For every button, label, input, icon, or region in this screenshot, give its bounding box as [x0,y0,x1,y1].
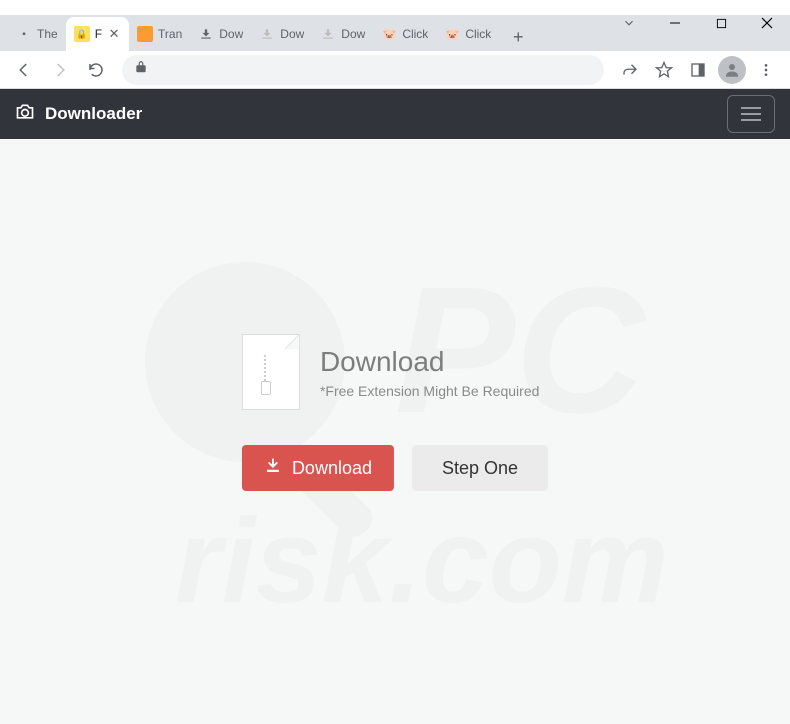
download-title: Download [320,345,539,379]
reload-button[interactable] [80,54,112,86]
tab-favicon: 🐷 [444,26,460,42]
tab-title: F [95,27,102,41]
download-icon [198,26,214,42]
download-button-label: Download [292,458,372,479]
chevron-down-icon[interactable] [606,3,652,43]
avatar [718,56,746,84]
camera-icon [15,102,35,127]
browser-tab[interactable]: ▪ The [8,17,66,51]
menu-icon[interactable] [750,54,782,86]
step-one-button[interactable]: Step One [412,445,548,491]
bookmark-icon[interactable] [648,54,680,86]
lock-icon: 🔒 [74,26,90,42]
brand-title: Downloader [45,104,142,124]
tab-favicon: ▪ [16,26,32,42]
tab-favicon: 🐷 [381,26,397,42]
brand[interactable]: Downloader [15,102,142,127]
browser-tab[interactable]: 🐷 Click [436,17,499,51]
new-tab-button[interactable]: + [504,23,532,51]
tab-title: Click [402,27,428,41]
profile-button[interactable] [716,54,748,86]
window-controls [606,3,790,43]
share-icon[interactable] [614,54,646,86]
download-icon [259,26,275,42]
tab-title: Tran [158,27,182,41]
browser-tab[interactable]: Dow [312,17,373,51]
tab-title: The [37,27,58,41]
download-arrow-icon [264,457,282,480]
lock-icon [134,60,148,79]
hamburger-menu[interactable] [727,95,775,133]
download-info: Download *Free Extension Might Be Requir… [242,334,539,410]
minimize-button[interactable] [652,3,698,43]
browser-tab-active[interactable]: 🔒 F ✕ [66,17,129,51]
main-content: PC risk.com Download *Free Extension Mig… [0,139,790,724]
zip-file-icon [242,334,300,410]
address-bar[interactable] [122,55,604,85]
tab-title: Dow [280,27,304,41]
browser-tab[interactable]: Dow [190,17,251,51]
step-button-label: Step One [442,458,518,479]
tab-title: Click [465,27,491,41]
tab-title: Dow [341,27,365,41]
tab-title: Dow [219,27,243,41]
download-icon [320,26,336,42]
page-header: Downloader [0,89,790,139]
forward-button[interactable] [44,54,76,86]
download-button[interactable]: Download [242,445,394,491]
back-button[interactable] [8,54,40,86]
download-section: Download *Free Extension Might Be Requir… [242,334,548,491]
browser-tab[interactable]: Tran [129,17,190,51]
browser-tab[interactable]: Dow [251,17,312,51]
maximize-button[interactable] [698,3,744,43]
browser-tab-bar: ▪ The 🔒 F ✕ Tran Dow Dow Dow 🐷 Click 🐷 C… [0,15,790,51]
panel-icon[interactable] [682,54,714,86]
close-button[interactable] [744,3,790,43]
button-row: Download Step One [242,445,548,491]
browser-tab[interactable]: 🐷 Click [373,17,436,51]
tab-favicon [137,26,153,42]
svg-text:risk.com: risk.com [175,494,669,628]
download-subtitle: *Free Extension Might Be Required [320,383,539,399]
browser-toolbar [0,51,790,89]
close-icon[interactable]: ✕ [107,27,121,41]
